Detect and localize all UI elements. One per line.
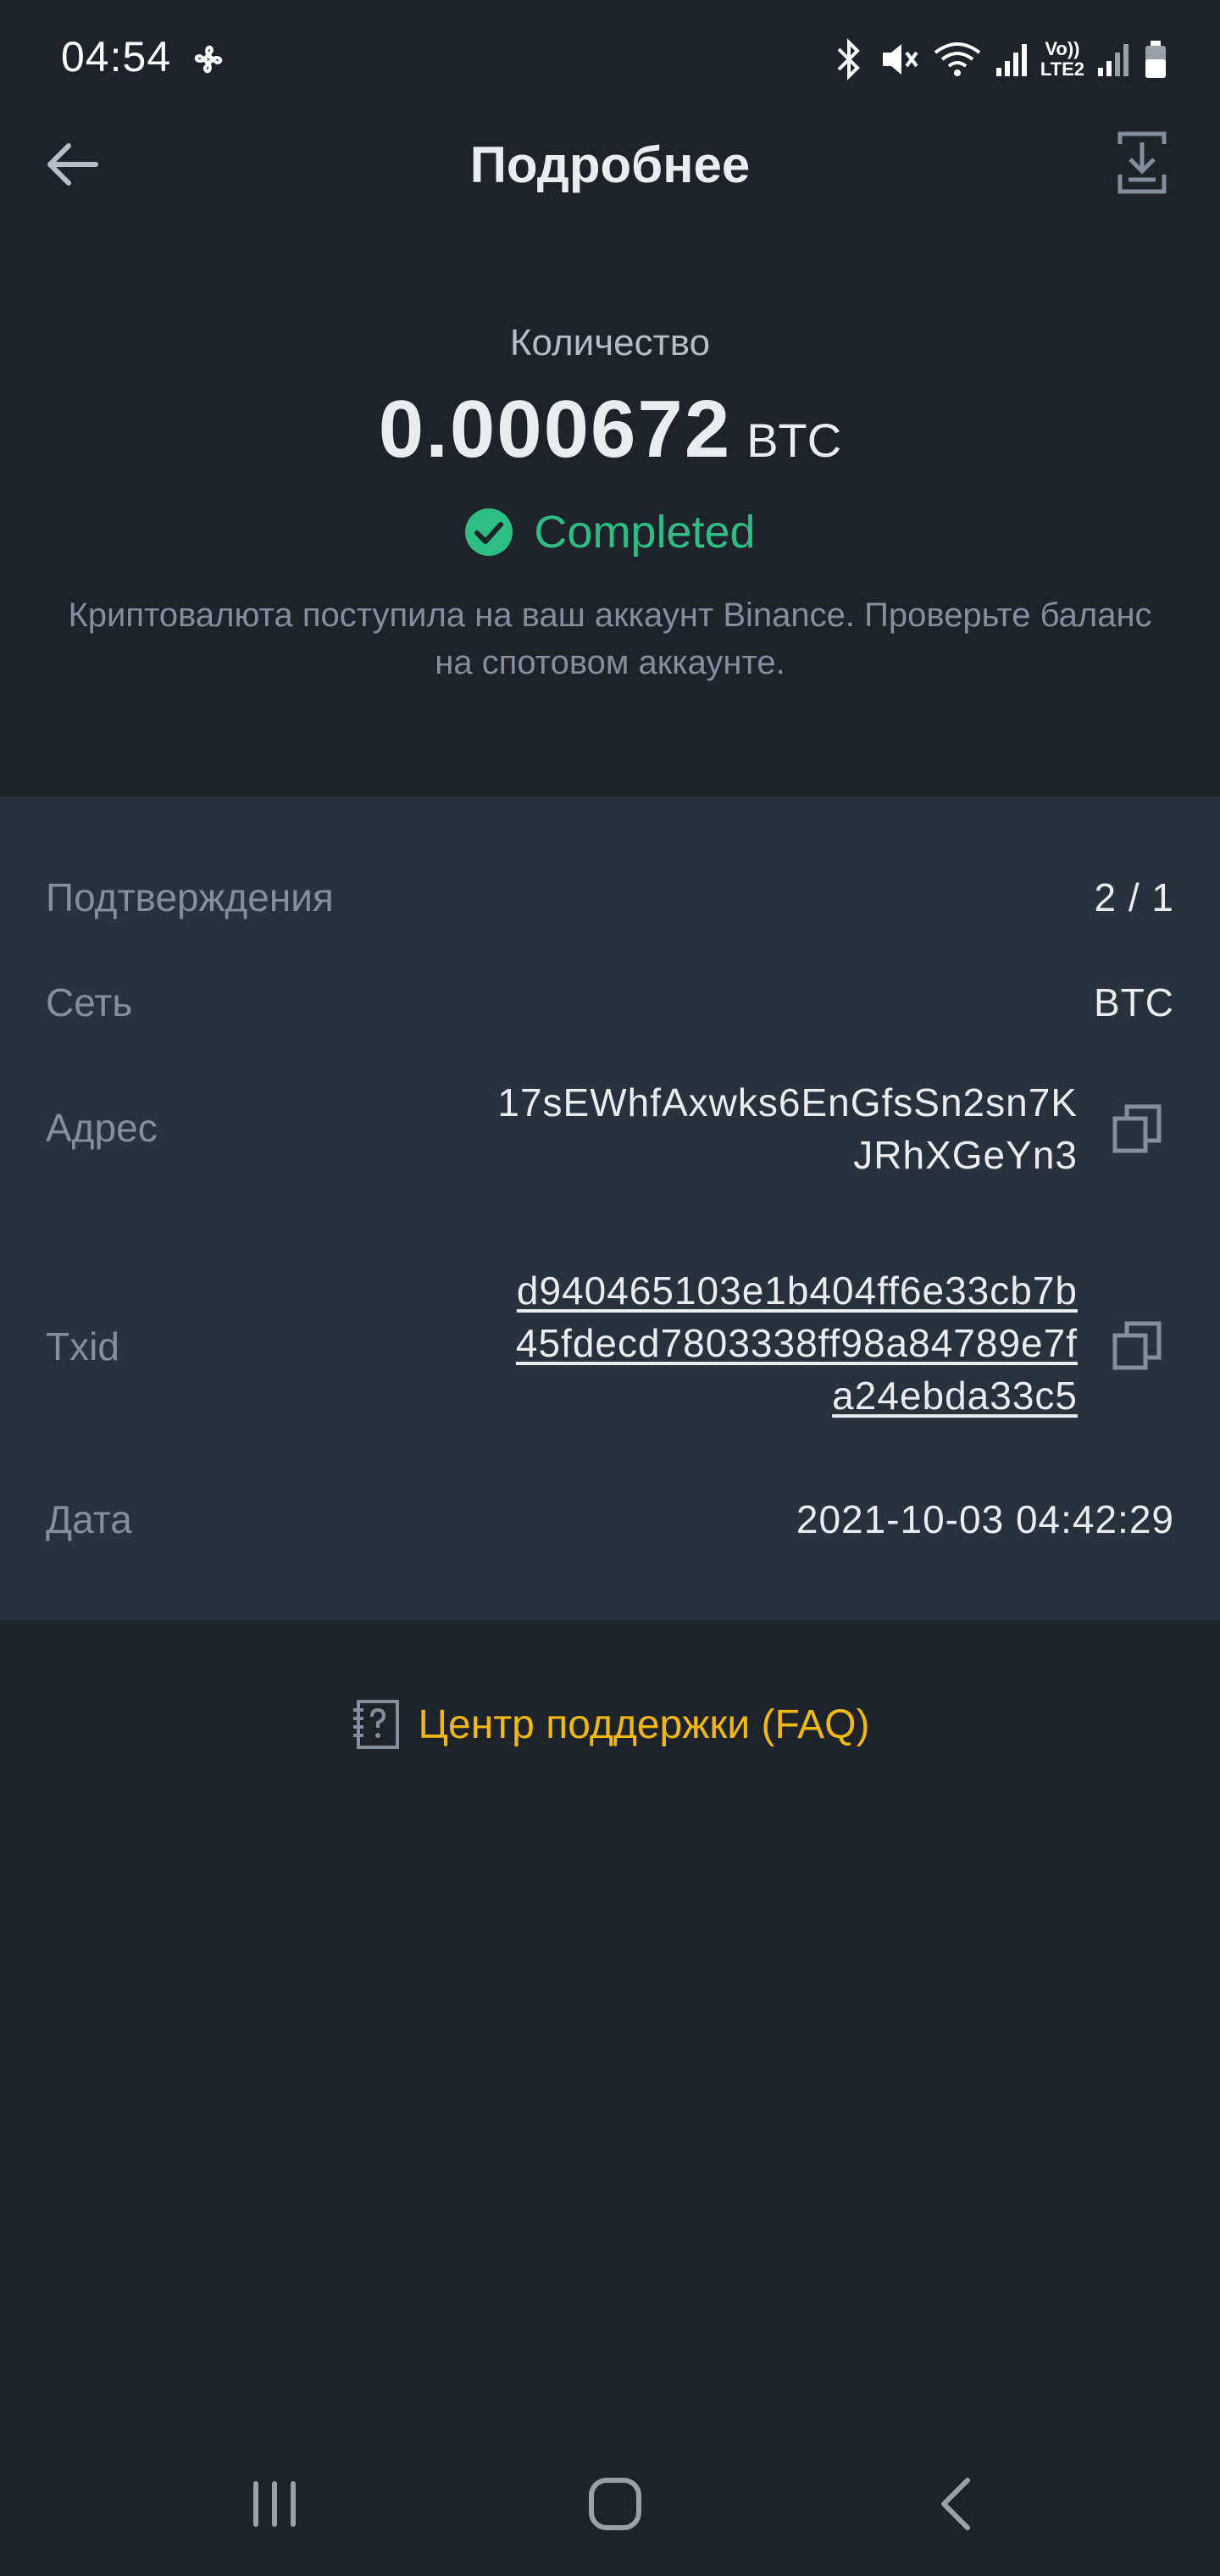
date-value: 2021-10-03 04:42:29 xyxy=(796,1497,1174,1541)
app-header: Подробнее xyxy=(0,119,1220,212)
download-button[interactable] xyxy=(1106,127,1178,198)
copy-txid-icon[interactable] xyxy=(1112,1320,1162,1371)
network-label: Vo)) LTE2 xyxy=(1040,39,1084,80)
nav-back-icon xyxy=(941,2478,970,2530)
detail-row-network: Сеть BTC xyxy=(46,980,1174,1030)
txid-label: Txid xyxy=(46,1324,119,1368)
status-badge: Completed xyxy=(534,507,756,558)
amount-row: 0.000672 BTC xyxy=(0,383,1220,485)
signal-icon-2 xyxy=(1098,44,1128,76)
network-label: Сеть xyxy=(46,980,133,1024)
confirmations-label: Подтверждения xyxy=(46,875,334,919)
download-icon xyxy=(1117,131,1167,194)
detail-row-address: Адрес 17sEWhfAxwks6EnGfsSn2sn7K JRhXGeYn… xyxy=(46,1076,1174,1181)
wifi-icon xyxy=(934,42,981,76)
volte-label: Vo)) xyxy=(1045,38,1080,59)
status-time: 04:54 xyxy=(61,33,172,80)
bluetooth-icon xyxy=(837,38,860,80)
address-line-2: JRhXGeYn3 xyxy=(853,1133,1078,1177)
mute-icon xyxy=(882,44,918,75)
txid-link[interactable]: d940465103e1b404ff6e33cb7b 45fdecd780333… xyxy=(516,1264,1078,1422)
status-bar: 04:54 Vo)) LTE2 xyxy=(0,0,1220,119)
address-label: Адрес xyxy=(46,1106,158,1150)
detail-row-txid: Txid d940465103e1b404ff6e33cb7b 45fdecd7… xyxy=(46,1264,1174,1425)
battery-icon xyxy=(1145,41,1166,78)
address-line-1: 17sEWhfAxwks6EnGfsSn2sn7K xyxy=(497,1080,1078,1124)
amount-value: 0.000672 xyxy=(378,384,732,475)
system-nav-bar xyxy=(0,2432,1220,2576)
txid-line-1: d940465103e1b404ff6e33cb7b xyxy=(516,1269,1078,1313)
amount-currency: BTC xyxy=(746,414,842,467)
address-value[interactable]: 17sEWhfAxwks6EnGfsSn2sn7K JRhXGeYn3 xyxy=(497,1076,1078,1181)
status-description: Криптовалюта поступила на ваш аккаунт Bi… xyxy=(68,597,1152,681)
txid-line-3: a24ebda33c5 xyxy=(832,1374,1078,1418)
amount-label: Количество xyxy=(509,322,711,364)
detail-row-date: Дата 2021-10-03 04:42:29 xyxy=(46,1496,1174,1547)
help-document-icon xyxy=(353,1700,400,1749)
fan-icon xyxy=(194,45,223,74)
status-icons: Vo)) LTE2 xyxy=(832,34,1169,85)
confirmations-value: 2 / 1 xyxy=(1094,875,1174,919)
faq-label: Центр поддержки (FAQ) xyxy=(418,1702,870,1747)
status-row: Completed xyxy=(0,497,1220,568)
check-circle-icon xyxy=(465,508,513,556)
date-label: Дата xyxy=(46,1497,132,1541)
details-panel: Подтверждения 2 / 1 Сеть BTC Адрес 17sEW… xyxy=(0,797,1220,1620)
signal-icon xyxy=(995,44,1027,76)
txid-line-2: 45fdecd7803338ff98a84789e7f xyxy=(515,1321,1078,1365)
home-icon xyxy=(589,2478,641,2530)
faq-link[interactable]: Центр поддержки (FAQ) xyxy=(0,1686,1220,1763)
nav-back-button[interactable] xyxy=(913,2466,998,2542)
home-button[interactable] xyxy=(573,2466,657,2542)
detail-row-confirmations: Подтверждения 2 / 1 xyxy=(46,874,1174,925)
recent-apps-button[interactable] xyxy=(232,2466,317,2542)
transaction-summary: Количество 0.000672 BTC Completed Крипто… xyxy=(0,314,1220,686)
lte-label: LTE2 xyxy=(1040,58,1084,80)
copy-address-icon[interactable] xyxy=(1112,1103,1162,1154)
recent-apps-icon xyxy=(253,2481,296,2527)
page-title: Подробнее xyxy=(469,136,751,193)
network-value: BTC xyxy=(1094,980,1174,1024)
